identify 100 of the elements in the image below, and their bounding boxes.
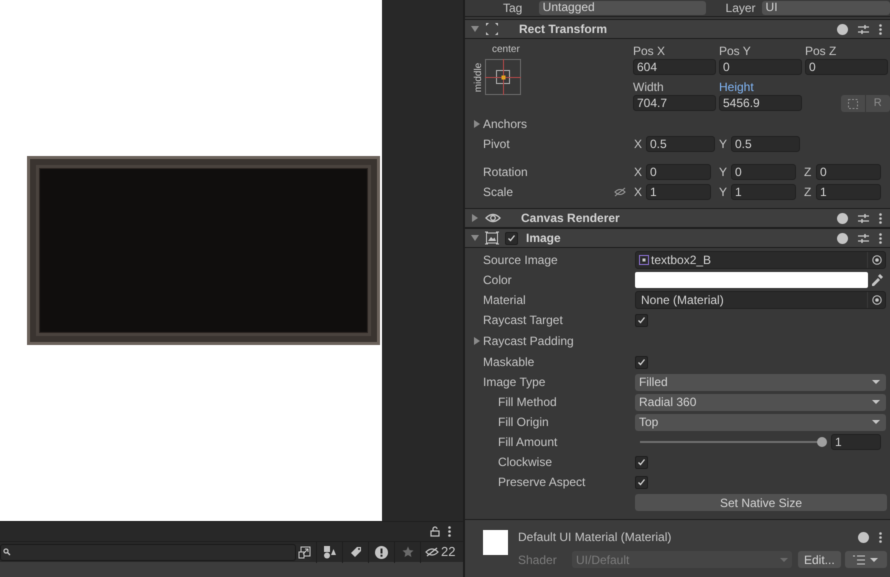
- number-field[interactable]: 1: [831, 434, 881, 450]
- expanded-caret-icon[interactable]: [471, 25, 479, 33]
- anchor-presets-icon[interactable]: [485, 59, 521, 95]
- property-label: Maskable: [483, 354, 536, 371]
- more-icon[interactable]: [879, 24, 882, 34]
- eye-icon: [485, 211, 501, 225]
- checked-checkbox[interactable]: [635, 314, 648, 326]
- number-field[interactable]: 604: [633, 59, 716, 75]
- component-header[interactable]: Canvas Renderer: [465, 208, 890, 228]
- more-icon[interactable]: [879, 232, 882, 244]
- property-label: Pivot: [483, 136, 511, 153]
- field-label: Pos Y: [719, 43, 752, 59]
- field-label: Height: [719, 79, 755, 95]
- eyedropper-icon[interactable]: [871, 274, 883, 286]
- material-preview: [483, 530, 508, 555]
- field-label: Pos X: [633, 43, 666, 59]
- anchor-horizontal-label: center: [492, 43, 521, 57]
- anchors-foldout[interactable]: Anchors: [483, 115, 528, 133]
- target-icon[interactable]: [872, 295, 882, 305]
- check-icon: [637, 458, 646, 466]
- property-label: Fill Method: [498, 394, 558, 411]
- number-field[interactable]: 0: [805, 59, 888, 75]
- axis-label: X: [634, 136, 644, 153]
- expanded-caret-icon[interactable]: [471, 234, 479, 242]
- component-header[interactable]: Image: [465, 228, 890, 248]
- more-icon[interactable]: [448, 526, 451, 537]
- number-field[interactable]: 1: [646, 184, 711, 200]
- search-icon: [3, 548, 11, 556]
- sliders-icon[interactable]: [858, 212, 869, 224]
- target-icon[interactable]: [872, 255, 882, 265]
- property-label: Scale: [483, 184, 514, 201]
- property-label: Color: [483, 272, 513, 289]
- checked-checkbox[interactable]: [635, 456, 648, 468]
- tag-label: Tag: [503, 2, 524, 14]
- star-icon: [402, 546, 414, 558]
- sliders-icon[interactable]: [858, 24, 869, 34]
- dropdown[interactable]: Radial 360: [635, 394, 886, 410]
- number-field[interactable]: 0.5: [731, 136, 800, 152]
- checked-checkbox[interactable]: [505, 232, 518, 244]
- check-icon: [637, 358, 646, 366]
- shader-label: Shader: [518, 552, 558, 568]
- number-field[interactable]: 1: [731, 184, 796, 200]
- hidden-count-button[interactable]: 22: [420, 542, 460, 562]
- rect-transform-icon: [485, 22, 499, 36]
- more-icon[interactable]: [879, 212, 882, 224]
- search-field[interactable]: [0, 544, 296, 560]
- collapsed-caret-icon[interactable]: [471, 214, 479, 222]
- material-title: Default UI Material (Material): [518, 529, 672, 546]
- check-icon: [637, 316, 646, 324]
- set-native-size-button[interactable]: Set Native Size: [635, 494, 887, 510]
- axis-label: X: [634, 184, 644, 201]
- object-field[interactable]: textbox2_B: [635, 251, 886, 269]
- dropdown[interactable]: Filled: [635, 374, 886, 390]
- tag-icon: [350, 546, 362, 558]
- color-swatch[interactable]: [635, 272, 868, 288]
- edit-button[interactable]: Edit...: [798, 551, 841, 568]
- sliders-icon[interactable]: [858, 232, 869, 244]
- axis-label: Z: [804, 184, 812, 201]
- lock-icon[interactable]: [430, 526, 440, 537]
- property-label: Clockwise: [498, 454, 554, 471]
- property-label: Preserve Aspect: [498, 474, 586, 491]
- collapsed-caret-icon[interactable]: [473, 337, 481, 345]
- number-field[interactable]: 0: [719, 59, 802, 75]
- collapsed-caret-icon[interactable]: [473, 120, 481, 128]
- number-field[interactable]: 0: [816, 164, 881, 180]
- number-field[interactable]: 0: [731, 164, 796, 180]
- number-field[interactable]: 0: [646, 164, 711, 180]
- number-field[interactable]: 704.7: [633, 95, 716, 111]
- raycast-padding-foldout[interactable]: Raycast Padding: [483, 332, 574, 350]
- checked-checkbox[interactable]: [635, 356, 648, 368]
- dropdown-arrow-icon: [780, 558, 788, 562]
- field-label: Width: [633, 79, 665, 95]
- search-options-button[interactable]: [296, 544, 312, 560]
- check-icon: [637, 478, 646, 486]
- tag-dropdown[interactable]: Untagged: [538, 1, 706, 15]
- number-field[interactable]: 5456.9: [719, 95, 802, 111]
- field-label: Pos Z: [805, 43, 838, 59]
- layer-dropdown[interactable]: UI: [762, 1, 890, 15]
- exclamation-icon: [375, 546, 388, 558]
- more-icon[interactable]: [879, 532, 882, 542]
- shader-menu-button[interactable]: [844, 551, 887, 568]
- window-icon: [298, 546, 310, 558]
- axis-label: Y: [719, 184, 728, 201]
- object-field[interactable]: None (Material): [635, 291, 886, 309]
- anchor-vertical-label: middle: [472, 62, 486, 92]
- dropdown[interactable]: Top: [635, 414, 886, 430]
- blueprint-mode-button[interactable]: [841, 95, 865, 112]
- unlinked-icon[interactable]: [613, 186, 627, 198]
- list-icon: [853, 554, 866, 564]
- number-field[interactable]: 0.5: [646, 136, 715, 152]
- axis-label: Z: [804, 164, 812, 181]
- image-icon: [485, 231, 499, 245]
- dropdown-arrow-icon: [872, 420, 880, 424]
- number-field[interactable]: 1: [816, 184, 881, 200]
- axis-label: Y: [719, 136, 728, 153]
- property-label: Rotation: [483, 164, 529, 181]
- dropdown-arrow-icon: [870, 558, 878, 562]
- dashed-square-icon: [848, 98, 858, 108]
- component-header[interactable]: Rect Transform: [465, 19, 890, 39]
- checked-checkbox[interactable]: [635, 476, 648, 488]
